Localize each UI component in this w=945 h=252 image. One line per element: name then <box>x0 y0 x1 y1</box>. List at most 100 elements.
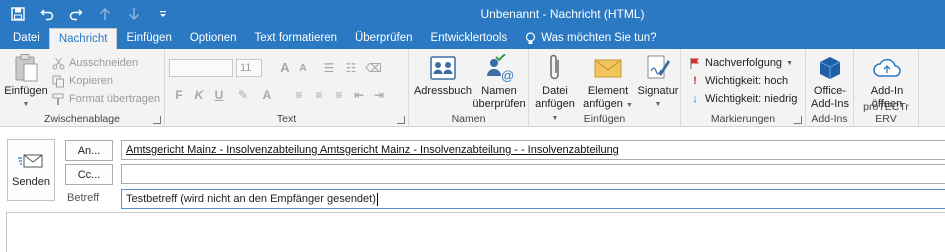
group-label-tags: Markierungen <box>710 113 776 125</box>
group-protectr: Add-In öffnen proTECTr ERV <box>854 49 919 127</box>
high-importance-button[interactable]: ! Wichtigkeit: hoch <box>689 73 788 89</box>
group-label-include: Einfügen <box>583 113 626 125</box>
brush-icon <box>52 93 64 105</box>
group-label-names: Namen <box>451 113 486 125</box>
dialog-launcher-icon[interactable] <box>397 116 405 124</box>
paperclip-icon <box>539 52 571 84</box>
follow-up-caret-icon: ▼ <box>786 59 793 67</box>
numbering-icon[interactable]: ☷ <box>343 60 359 76</box>
subject-field[interactable]: Testbetreff (wird nicht an den Empfänger… <box>121 189 945 209</box>
font-name-box[interactable] <box>169 59 233 77</box>
paste-icon <box>10 52 42 84</box>
send-label: Senden <box>12 176 50 188</box>
dialog-launcher-icon[interactable] <box>794 116 802 124</box>
copy-label: Kopieren <box>69 75 114 87</box>
copy-button[interactable]: Kopieren <box>52 73 113 89</box>
office-addins-icon <box>814 52 846 84</box>
group-label-protectr: proTECTr ERV <box>863 101 909 125</box>
grow-font-button[interactable]: A <box>277 60 293 76</box>
attach-file-label-1: Datei <box>542 85 568 97</box>
shrink-font-button[interactable]: A <box>295 61 311 77</box>
low-importance-button[interactable]: ↓ Wichtigkeit: niedrig <box>689 91 797 107</box>
check-names-label-2: überprüfen <box>472 98 526 110</box>
compose-area: Senden An... Amtsgericht Mainz - Insolve… <box>0 128 945 252</box>
office-addins-label-1: Office- <box>813 85 847 97</box>
cut-label: Ausschneiden <box>69 57 139 69</box>
paste-caret-icon: ▼ <box>22 101 30 108</box>
tab-optionen[interactable]: Optionen <box>181 28 246 49</box>
message-body[interactable] <box>6 212 945 252</box>
exclamation-icon: ! <box>693 75 697 87</box>
address-book-label: Adressbuch <box>413 85 473 97</box>
check-names-button[interactable]: @ Namen überprüfen <box>471 52 527 111</box>
group-text: 11 A A ☰ ☷ ⌫ F K U ✎ A ≡ ≡ ≡ ⇤ ⇥ Text <box>165 49 409 127</box>
signature-button[interactable]: Signatur ▼ <box>635 52 681 111</box>
to-field[interactable]: Amtsgericht Mainz - Insolvenzabteilung A… <box>121 140 945 160</box>
to-recipients[interactable]: Amtsgericht Mainz - Insolvenzabteilung A… <box>126 144 619 156</box>
office-addins-button[interactable]: Office- Add-Ins <box>807 52 853 111</box>
clear-format-icon[interactable]: ⌫ <box>365 60 382 76</box>
cc-field[interactable] <box>121 164 945 184</box>
ribbon-tabs: Datei Nachricht Einfügen Optionen Text f… <box>0 28 945 50</box>
cloud-icon <box>871 52 903 84</box>
outdent-icon[interactable]: ⇤ <box>351 87 367 103</box>
font-size-box[interactable]: 11 <box>236 59 262 77</box>
align-center-icon[interactable]: ≡ <box>311 87 327 103</box>
low-importance-label: Wichtigkeit: niedrig <box>705 93 798 105</box>
highlight-icon[interactable]: ✎ <box>235 87 251 103</box>
tab-ueberpruefen[interactable]: Überprüfen <box>346 28 422 49</box>
ribbon: Einfügen ▼ Ausschneiden Kopieren Format … <box>0 49 945 127</box>
indent-icon[interactable]: ⇥ <box>371 87 387 103</box>
open-addin-label-1: Add-In <box>870 85 904 97</box>
paste-button[interactable]: Einfügen ▼ <box>4 52 48 111</box>
high-importance-label: Wichtigkeit: hoch <box>705 75 789 87</box>
address-book-button[interactable]: Adressbuch <box>413 52 473 98</box>
italic-button[interactable]: K <box>191 87 207 103</box>
tell-me-box[interactable]: Was möchten Sie tun? <box>516 28 665 49</box>
font-color-icon[interactable]: A <box>259 87 275 103</box>
tab-datei[interactable]: Datei <box>4 28 49 49</box>
svg-text:@: @ <box>501 68 514 82</box>
down-arrow-importance-icon: ↓ <box>692 93 698 105</box>
check-names-icon: @ <box>483 52 515 84</box>
cc-button[interactable]: Cc... <box>65 164 113 185</box>
send-envelope-icon <box>18 154 43 168</box>
format-painter-button[interactable]: Format übertragen <box>52 91 160 107</box>
subject-label: Betreff <box>67 192 100 204</box>
tab-text-formatieren[interactable]: Text formatieren <box>246 28 346 49</box>
envelope-icon <box>592 52 624 84</box>
group-addins: Office- Add-Ins Add-Ins <box>806 49 854 127</box>
tab-entwicklertools[interactable]: Entwicklertools <box>422 28 517 49</box>
text-cursor <box>376 192 378 206</box>
to-button[interactable]: An... <box>65 140 113 161</box>
dialog-launcher-icon[interactable] <box>153 116 161 124</box>
check-names-label-1: Namen <box>481 85 517 97</box>
align-left-icon[interactable]: ≡ <box>291 87 307 103</box>
send-button[interactable]: Senden <box>7 139 55 201</box>
signature-icon <box>642 52 674 84</box>
align-right-icon[interactable]: ≡ <box>331 87 347 103</box>
cut-button[interactable]: Ausschneiden <box>52 55 138 71</box>
format-painter-label: Format übertragen <box>69 93 161 105</box>
attach-item-label-1: Element <box>587 85 629 97</box>
follow-up-label: Nachverfolgung <box>705 57 783 69</box>
bullets-icon[interactable]: ☰ <box>321 60 337 76</box>
signature-caret-icon: ▼ <box>654 101 662 108</box>
tab-nachricht[interactable]: Nachricht <box>48 28 118 50</box>
underline-button[interactable]: U <box>211 87 227 103</box>
group-clipboard: Einfügen ▼ Ausschneiden Kopieren Format … <box>0 49 165 127</box>
office-addins-label-2: Add-Ins <box>811 98 849 110</box>
tab-einfuegen[interactable]: Einfügen <box>117 28 180 49</box>
title-bar: Unbenannt - Nachricht (HTML) <box>0 0 945 28</box>
bold-button[interactable]: F <box>171 87 187 103</box>
paste-label: Einfügen <box>4 85 48 97</box>
signature-label: Signatur <box>637 85 679 97</box>
group-label-text: Text <box>276 113 297 125</box>
copy-icon <box>52 75 64 87</box>
group-include: Datei anfügen ▼ Element anfügen ▼ Signat… <box>529 49 681 127</box>
attach-item-button[interactable]: Element anfügen ▼ <box>581 52 635 112</box>
window-title: Unbenannt - Nachricht (HTML) <box>480 7 645 21</box>
scissors-icon <box>52 57 65 69</box>
follow-up-button[interactable]: Nachverfolgung ▼ <box>689 55 793 71</box>
group-names: Adressbuch @ Namen überprüfen Namen <box>409 49 529 127</box>
